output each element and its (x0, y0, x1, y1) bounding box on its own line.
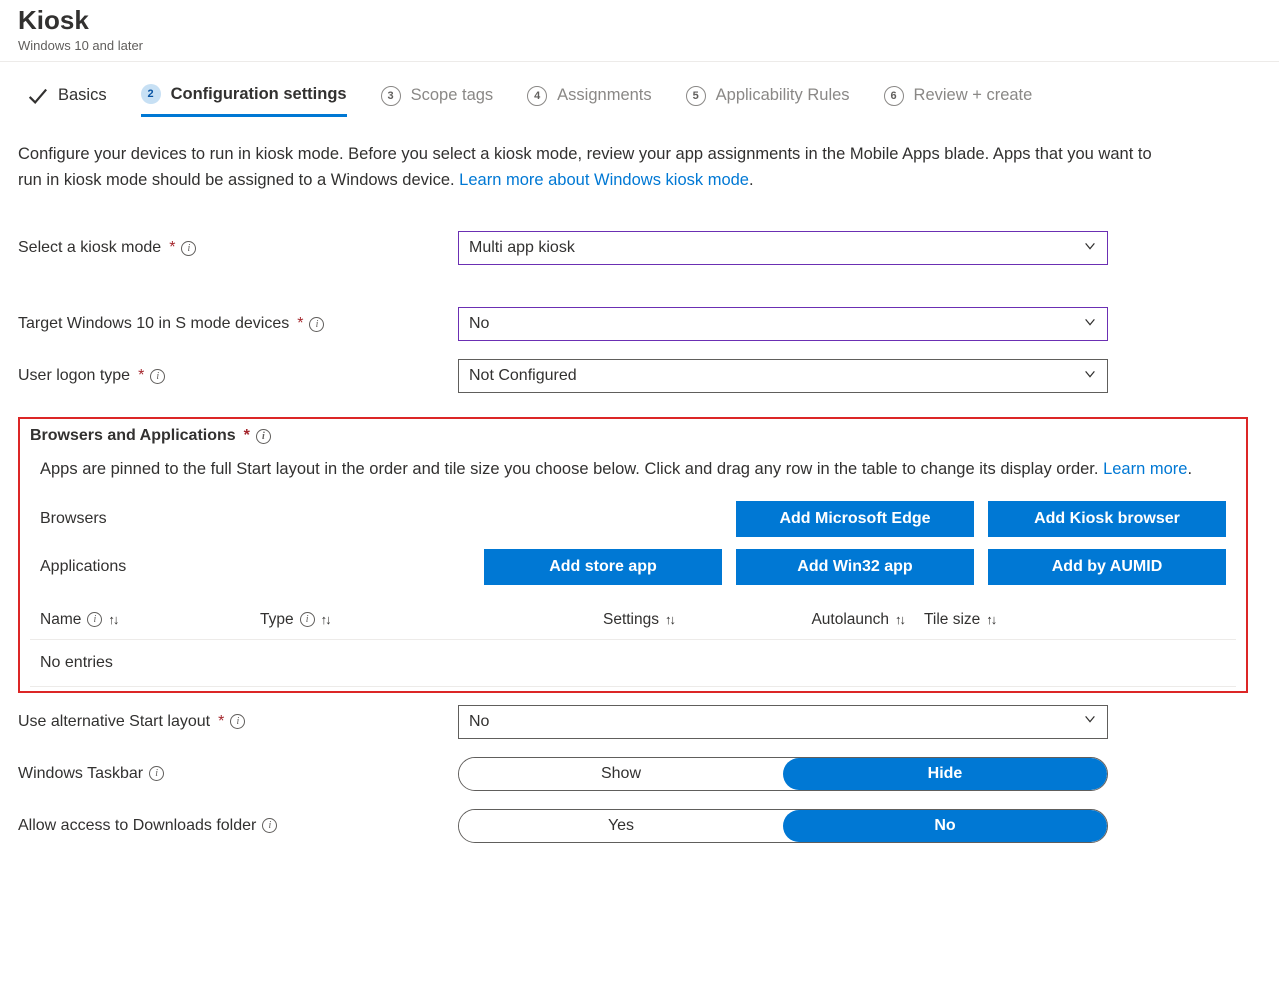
col-autolaunch[interactable]: Autolaunch ↑↓ (694, 611, 904, 629)
apps-table-header: Name i ↑↓ Type i ↑↓ Settings ↑↓ Autola (30, 597, 1236, 640)
info-icon[interactable]: i (309, 317, 324, 332)
sort-icon: ↑↓ (108, 612, 117, 627)
add-by-aumid-button[interactable]: Add by AUMID (988, 549, 1226, 585)
col-tile-size[interactable]: Tile size ↑↓ (924, 611, 1094, 629)
col-type[interactable]: Type i ↑↓ (260, 611, 450, 629)
intro-text: Configure your devices to run in kiosk m… (18, 142, 1158, 193)
kiosk-mode-label: Select a kiosk mode* i (18, 239, 458, 257)
info-icon[interactable]: i (262, 818, 277, 833)
step-number: 6 (884, 86, 904, 106)
taskbar-show-option[interactable]: Show (459, 758, 783, 790)
taskbar-toggle[interactable]: Show Hide (458, 757, 1108, 791)
section-desc: Apps are pinned to the full Start layout… (30, 457, 1236, 483)
add-kiosk-browser-button[interactable]: Add Kiosk browser (988, 501, 1226, 537)
sort-icon: ↑↓ (986, 612, 995, 627)
info-icon[interactable]: i (150, 369, 165, 384)
chevron-down-icon (1083, 367, 1097, 386)
tab-review-create[interactable]: 6 Review + create (884, 86, 1033, 116)
chevron-down-icon (1083, 315, 1097, 334)
check-icon (26, 85, 48, 107)
tab-scope-tags[interactable]: 3 Scope tags (381, 86, 494, 116)
applications-label: Applications (40, 558, 380, 576)
wizard-tabs: Basics 2 Configuration settings 3 Scope … (0, 62, 1279, 118)
s-mode-label: Target Windows 10 in S mode devices* i (18, 315, 458, 333)
section-title: Browsers and Applications* i (30, 427, 1236, 445)
tab-applicability-rules[interactable]: 5 Applicability Rules (686, 86, 850, 116)
downloads-label: Allow access to Downloads folder i (18, 817, 458, 835)
page-title: Kiosk (18, 5, 1261, 36)
info-icon[interactable]: i (87, 612, 102, 627)
step-number: 2 (141, 84, 161, 104)
sort-icon: ↑↓ (321, 612, 330, 627)
logon-type-label: User logon type* i (18, 367, 458, 385)
info-icon[interactable]: i (300, 612, 315, 627)
downloads-yes-option[interactable]: Yes (459, 810, 783, 842)
logon-type-select[interactable]: Not Configured (458, 359, 1108, 393)
apps-table-empty: No entries (30, 640, 1236, 687)
step-number: 3 (381, 86, 401, 106)
step-number: 5 (686, 86, 706, 106)
taskbar-hide-option[interactable]: Hide (783, 758, 1107, 790)
s-mode-select[interactable]: No (458, 307, 1108, 341)
downloads-no-option[interactable]: No (783, 810, 1107, 842)
alt-layout-label: Use alternative Start layout* i (18, 713, 458, 731)
info-icon[interactable]: i (256, 429, 271, 444)
chevron-down-icon (1083, 712, 1097, 731)
tab-basics[interactable]: Basics (26, 85, 107, 117)
chevron-down-icon (1083, 239, 1097, 258)
browsers-label: Browsers (40, 510, 380, 528)
alt-layout-select[interactable]: No (458, 705, 1108, 739)
info-icon[interactable]: i (181, 241, 196, 256)
page-subtitle: Windows 10 and later (18, 38, 1261, 53)
add-store-app-button[interactable]: Add store app (484, 549, 722, 585)
step-number: 4 (527, 86, 547, 106)
info-icon[interactable]: i (230, 714, 245, 729)
tab-configuration-settings[interactable]: 2 Configuration settings (141, 84, 347, 117)
taskbar-label: Windows Taskbar i (18, 765, 458, 783)
learn-more-apps-link[interactable]: Learn more (1103, 460, 1187, 478)
col-name[interactable]: Name i ↑↓ (40, 611, 240, 629)
add-microsoft-edge-button[interactable]: Add Microsoft Edge (736, 501, 974, 537)
learn-more-kiosk-link[interactable]: Learn more about Windows kiosk mode (459, 171, 749, 189)
tab-assignments[interactable]: 4 Assignments (527, 86, 651, 116)
sort-icon: ↑↓ (665, 612, 674, 627)
col-settings[interactable]: Settings ↑↓ (470, 611, 674, 629)
browsers-apps-section: Browsers and Applications* i Apps are pi… (18, 417, 1248, 693)
kiosk-mode-select[interactable]: Multi app kiosk (458, 231, 1108, 265)
downloads-toggle[interactable]: Yes No (458, 809, 1108, 843)
info-icon[interactable]: i (149, 766, 164, 781)
add-win32-app-button[interactable]: Add Win32 app (736, 549, 974, 585)
sort-icon: ↑↓ (895, 612, 904, 627)
